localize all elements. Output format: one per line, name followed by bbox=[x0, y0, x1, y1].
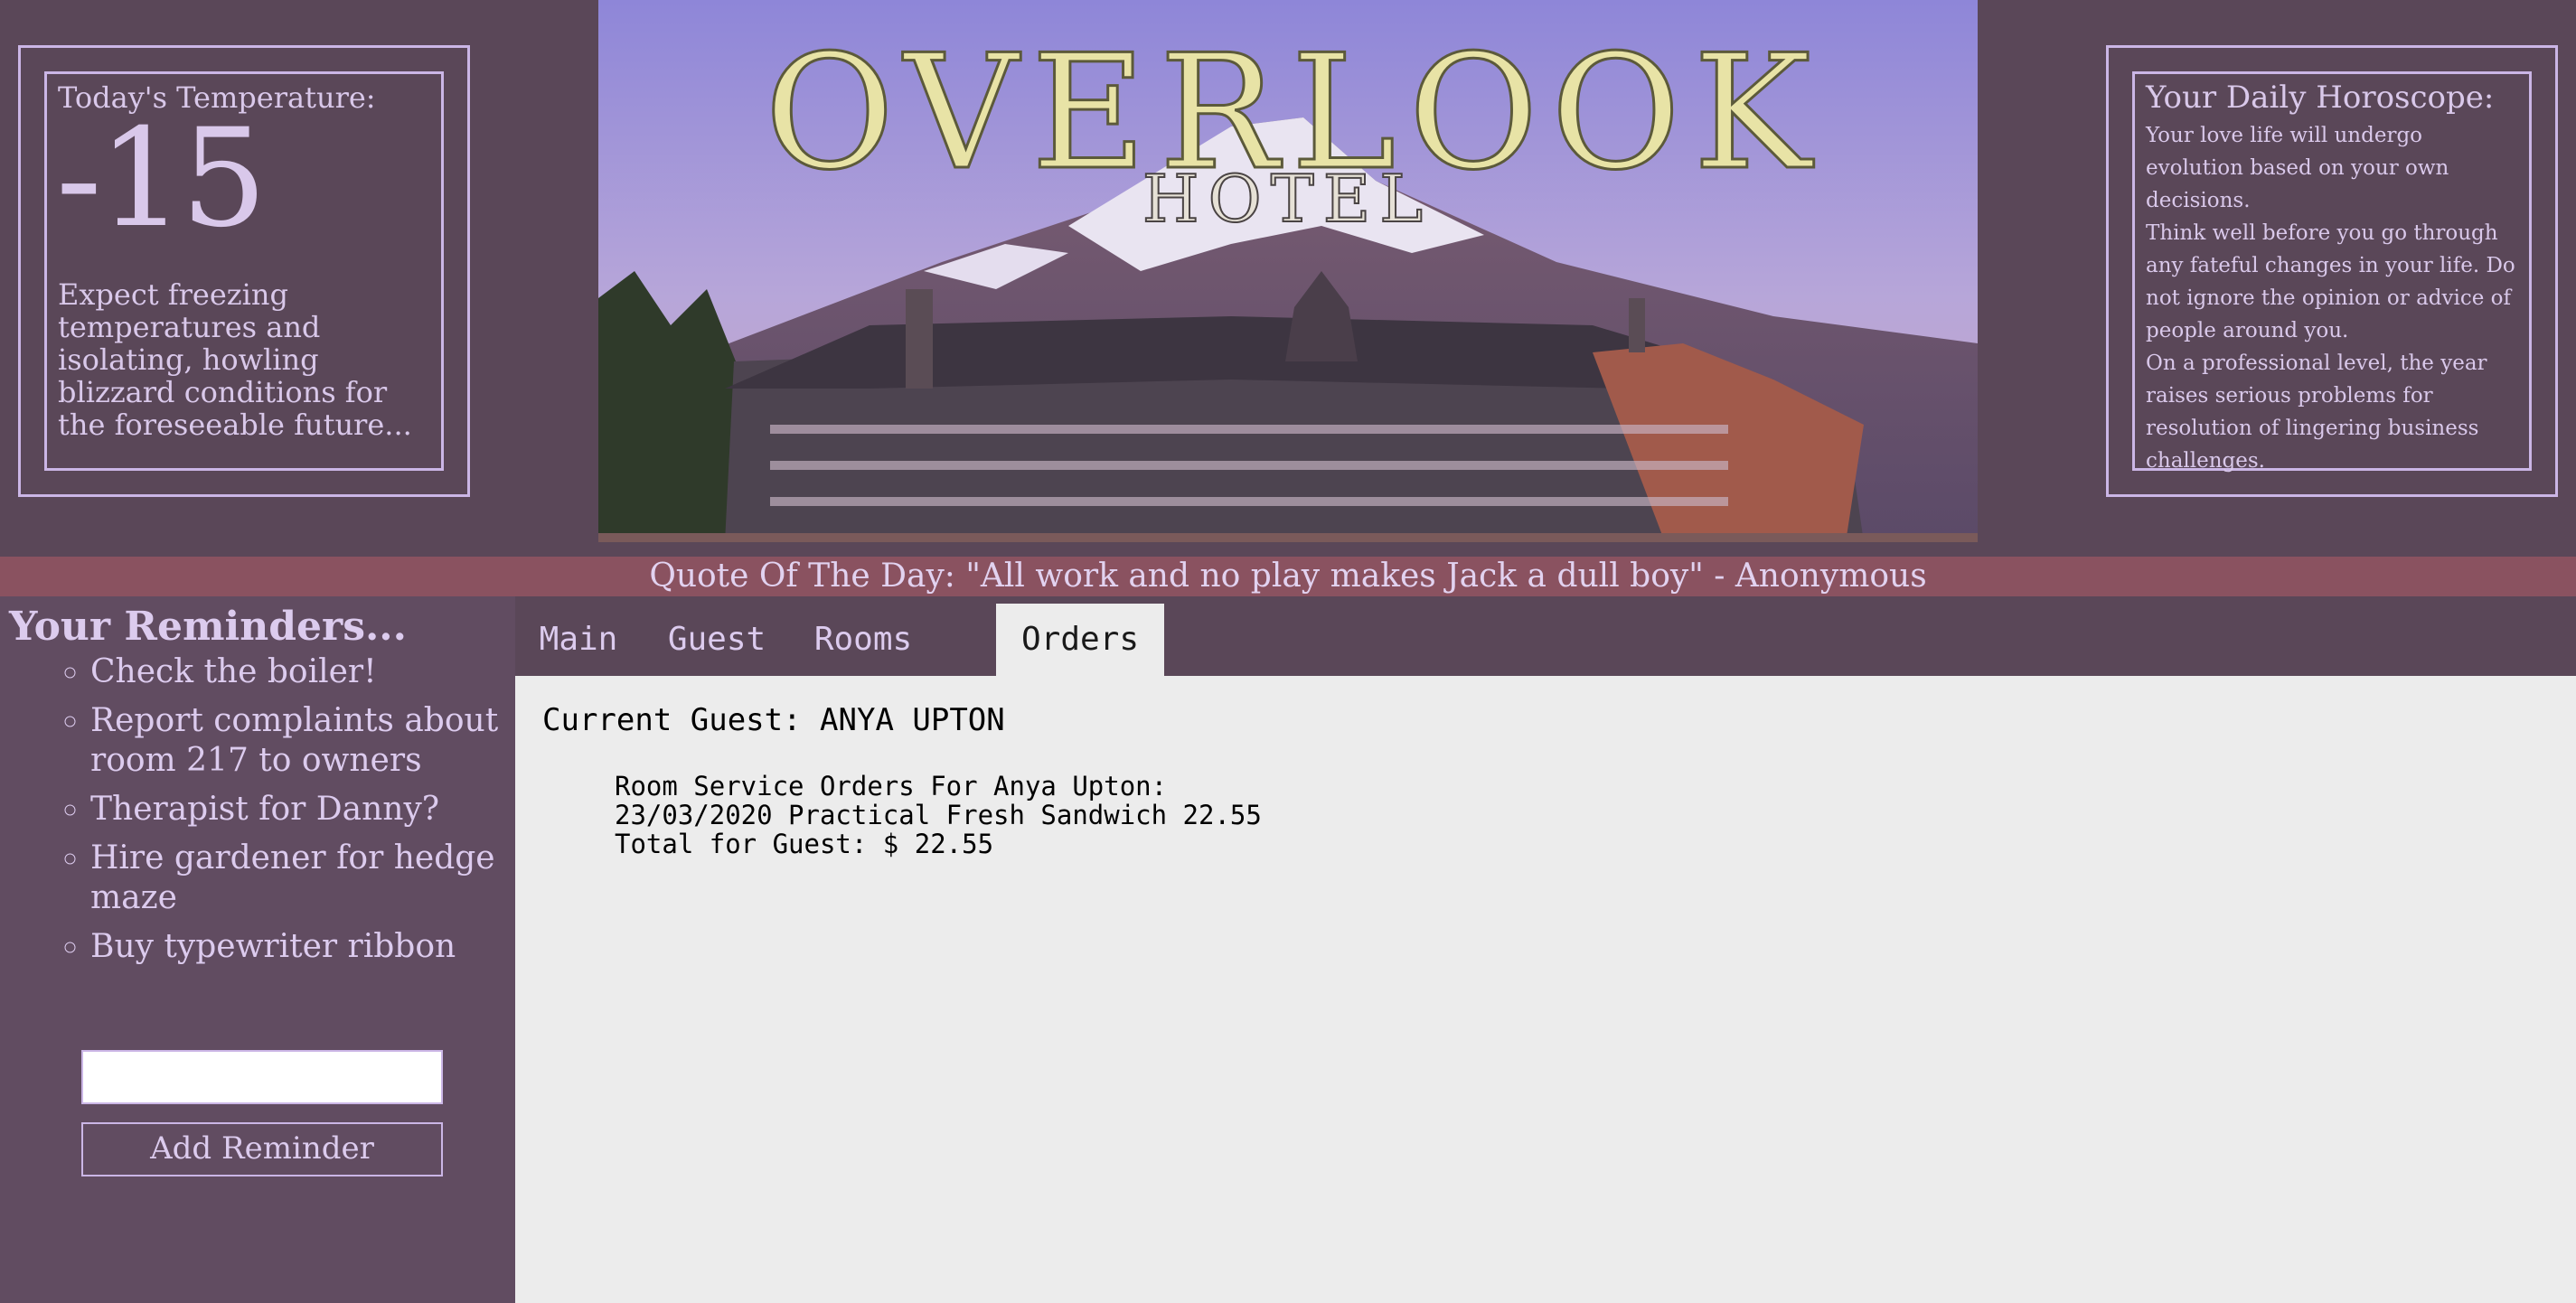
current-guest-label: Current Guest: ANYA UPTON bbox=[542, 702, 1005, 738]
reminders-sidebar: Your Reminders... Check the boiler! Repo… bbox=[0, 596, 515, 1303]
orders-heading: Room Service Orders For Anya Upton: bbox=[615, 771, 1168, 801]
hotel-banner-image: OVERLOOK HOTEL bbox=[598, 0, 1978, 542]
tab-guest[interactable]: Guest bbox=[649, 604, 785, 676]
temperature-description: Expect freezing temperatures and isolati… bbox=[58, 277, 412, 442]
reminders-list: Check the boiler! Report complaints abou… bbox=[54, 652, 542, 976]
order-total: Total for Guest: $ 22.55 bbox=[615, 829, 994, 859]
reminder-item: Therapist for Danny? bbox=[90, 790, 542, 830]
add-reminder-button[interactable]: Add Reminder bbox=[81, 1122, 443, 1176]
tab-orders[interactable]: Orders bbox=[996, 604, 1164, 676]
room-service-orders: Room Service Orders For Anya Upton: 23/0… bbox=[615, 772, 1262, 858]
tab-rooms[interactable]: Rooms bbox=[795, 604, 931, 676]
temperature-inner-frame: Today's Temperature: -15 Expect freezing… bbox=[44, 71, 444, 471]
temperature-widget: Today's Temperature: -15 Expect freezing… bbox=[18, 45, 470, 497]
horoscope-title: Your Daily Horoscope: bbox=[2146, 80, 2495, 116]
reminder-item: Hire gardener for hedge maze bbox=[90, 839, 542, 918]
reminder-input[interactable] bbox=[81, 1050, 443, 1104]
banner-subtitle: HOTEL bbox=[1142, 161, 1432, 237]
reminder-item: Check the boiler! bbox=[90, 652, 542, 692]
reminders-title: Your Reminders... bbox=[9, 604, 407, 650]
order-line: 23/03/2020 Practical Fresh Sandwich 22.5… bbox=[615, 800, 1262, 830]
temperature-value: -15 bbox=[56, 100, 268, 258]
horoscope-paragraph: Think well before you go through any fat… bbox=[2146, 221, 2515, 342]
horoscope-paragraph: Your love life will undergo evolution ba… bbox=[2146, 124, 2449, 212]
quote-of-the-day: Quote Of The Day: "All work and no play … bbox=[0, 557, 2576, 596]
horoscope-paragraph: On a professional level, the year raises… bbox=[2146, 352, 2487, 473]
orders-panel: Current Guest: ANYA UPTON Room Service O… bbox=[515, 676, 2576, 1303]
tab-main[interactable]: Main bbox=[515, 604, 642, 676]
reminder-item: Buy typewriter ribbon bbox=[90, 927, 542, 967]
horoscope-widget: Your Daily Horoscope: Your love life wil… bbox=[2106, 45, 2558, 497]
tab-bar: Main Guest Rooms Orders bbox=[515, 604, 2576, 676]
horoscope-inner-frame: Your Daily Horoscope: Your love life wil… bbox=[2132, 71, 2532, 473]
reminder-item: Report complaints about room 217 to owne… bbox=[90, 701, 542, 781]
